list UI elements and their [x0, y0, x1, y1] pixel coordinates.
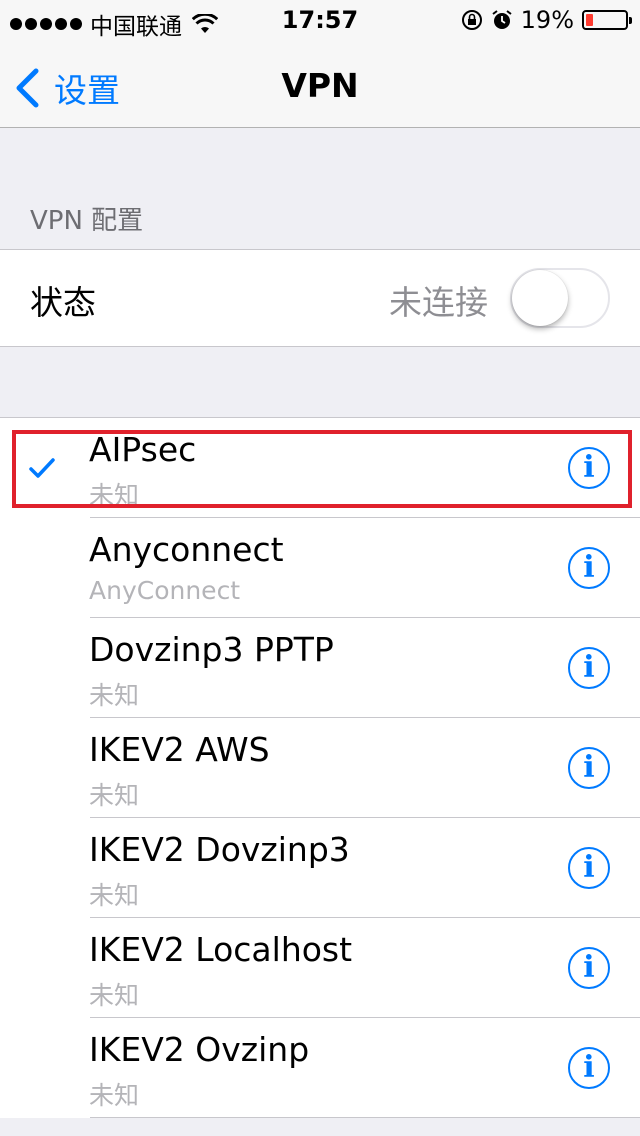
vpn-name: Dovzinp3 PPTP [89, 630, 334, 669]
orientation-lock-icon [461, 10, 482, 30]
vpn-type: 未知 [89, 781, 140, 810]
vpn-list-item[interactable]: Anyconnect AnyConnect i [0, 518, 640, 618]
vpn-type: 未知 [89, 681, 140, 710]
vpn-name: Anyconnect [89, 530, 284, 569]
vpn-toggle-switch[interactable] [510, 268, 610, 328]
battery-percent: 19% [520, 6, 574, 34]
alarm-icon [492, 10, 512, 29]
info-icon[interactable]: i [568, 447, 610, 489]
page-title: VPN [281, 66, 359, 105]
vpn-status-group: 状态 未连接 [0, 249, 640, 347]
vpn-type: 未知 [89, 981, 140, 1010]
info-icon[interactable]: i [568, 747, 610, 789]
vpn-list-item[interactable]: Dovzinp3 PPTP 未知 i [0, 618, 640, 718]
status-right: 19% [461, 6, 632, 34]
vpn-list-item[interactable]: IKEV2 Localhost 未知 i [0, 918, 640, 1018]
row-separator [90, 1117, 640, 1118]
vpn-list-item[interactable]: AIPsec 未知 i [0, 418, 640, 518]
vpn-name: IKEV2 Ovzinp [89, 1030, 310, 1069]
vpn-type: AnyConnect [89, 576, 241, 605]
section-header-vpn-config: VPN 配置 [30, 206, 144, 236]
vpn-status-row: 状态 未连接 [0, 250, 640, 346]
status-bar: 中国联通 17:57 19% [0, 0, 640, 40]
vpn-type: 未知 [89, 881, 140, 910]
checkmark-icon [29, 458, 55, 478]
status-value: 未连接 [389, 283, 488, 322]
status-label: 状态 [30, 283, 96, 322]
info-icon[interactable]: i [568, 947, 610, 989]
vpn-list-item[interactable]: IKEV2 AWS 未知 i [0, 718, 640, 818]
info-icon[interactable]: i [568, 847, 610, 889]
vpn-configuration-list: AIPsec 未知 i Anyconnect AnyConnect i Dovzinp3 P… [0, 417, 640, 1118]
navigation-bar: 设置 VPN [0, 40, 640, 128]
vpn-name: IKEV2 Localhost [89, 930, 353, 969]
toggle-knob [512, 270, 568, 326]
vpn-name: IKEV2 AWS [89, 730, 270, 769]
battery-level [586, 14, 593, 26]
vpn-list-item[interactable]: IKEV2 Ovzinp 未知 i [0, 1018, 640, 1118]
info-icon[interactable]: i [568, 547, 610, 589]
vpn-name: AIPsec [89, 430, 197, 469]
battery-icon [582, 10, 632, 30]
vpn-list-item[interactable]: IKEV2 Dovzinp3 未知 i [0, 818, 640, 918]
info-icon[interactable]: i [568, 647, 610, 689]
vpn-name: IKEV2 Dovzinp3 [89, 830, 350, 869]
vpn-type: 未知 [89, 1081, 140, 1110]
info-icon[interactable]: i [568, 1047, 610, 1089]
vpn-type: 未知 [89, 481, 140, 510]
